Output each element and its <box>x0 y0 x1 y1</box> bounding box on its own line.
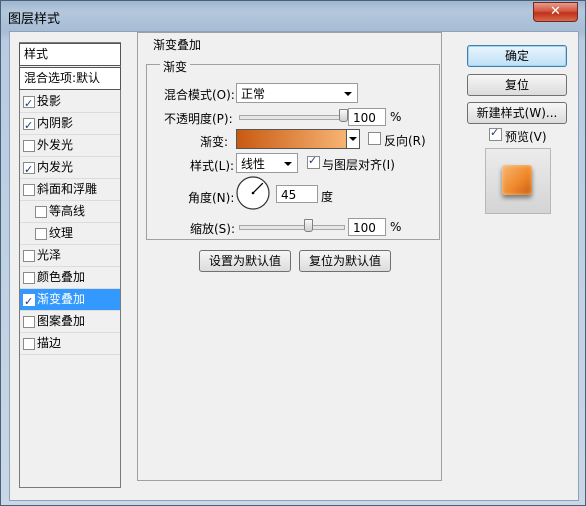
style-item-checkbox[interactable] <box>23 115 35 136</box>
ok-button[interactable]: 确定 <box>467 45 567 67</box>
scale-unit: % <box>390 220 402 234</box>
style-item-label: 外发光 <box>37 138 74 152</box>
style-item-checkbox[interactable] <box>23 93 35 114</box>
style-item[interactable]: 颜色叠加 <box>20 267 120 289</box>
style-item-label: 斜面和浮雕 <box>37 182 98 196</box>
style-item-checkbox[interactable] <box>23 316 35 328</box>
style-item-checkbox[interactable] <box>23 250 35 262</box>
layer-style-dialog: 图层样式 ✕ 样式 混合选项:默认 投影内阴影外发光内发光斜面和浮雕等高线纹理光… <box>0 0 586 506</box>
angle-value: 45 <box>281 188 297 202</box>
style-item[interactable]: 光泽 <box>20 245 120 267</box>
angle-dial-icon <box>236 176 270 210</box>
reverse-checkbox[interactable] <box>368 132 381 145</box>
style-item[interactable]: 内发光 <box>20 157 120 180</box>
style-item-checkbox[interactable] <box>35 228 47 240</box>
reset-button[interactable]: 复位 <box>467 74 567 96</box>
preview-checkbox[interactable] <box>489 126 502 141</box>
scale-label: 缩放(S): <box>190 222 236 236</box>
angle-dial[interactable] <box>236 176 270 210</box>
style-value: 线性 <box>241 157 266 171</box>
scale-value: 100 <box>353 221 376 235</box>
opacity-label: 不透明度(P): <box>164 112 233 126</box>
style-item-label: 纹理 <box>49 226 74 240</box>
style-item[interactable]: 图案叠加 <box>20 311 120 333</box>
style-item-label: 描边 <box>37 336 62 350</box>
style-label: 样式(L): <box>190 159 235 173</box>
style-item[interactable]: 内阴影 <box>20 113 120 136</box>
styles-list: 样式 混合选项:默认 投影内阴影外发光内发光斜面和浮雕等高线纹理光泽颜色叠加渐变… <box>19 42 121 488</box>
blend-mode-label: 混合模式(O): <box>164 88 235 102</box>
blend-options-default[interactable]: 混合选项:默认 <box>19 67 121 90</box>
chevron-down-icon <box>284 162 292 166</box>
opacity-unit: % <box>390 110 402 124</box>
angle-unit: 度 <box>321 190 334 204</box>
style-item-label: 内阴影 <box>37 116 74 130</box>
chevron-down-icon <box>349 137 357 141</box>
style-item[interactable]: 渐变叠加 <box>20 289 120 312</box>
angle-input[interactable]: 45 <box>276 185 318 203</box>
gradient-picker[interactable] <box>236 129 348 149</box>
style-item-label: 等高线 <box>49 204 86 218</box>
style-item-checkbox[interactable] <box>23 272 35 284</box>
style-item-label: 内发光 <box>37 160 74 174</box>
align-with-layer-label: 与图层对齐(I) <box>322 158 395 172</box>
chevron-down-icon <box>344 92 352 96</box>
blend-mode-value: 正常 <box>241 87 266 101</box>
angle-label: 角度(N): <box>188 191 235 205</box>
opacity-value: 100 <box>353 111 376 125</box>
opacity-input[interactable]: 100 <box>348 108 386 126</box>
section-title: 渐变叠加 <box>150 36 205 53</box>
style-item-checkbox[interactable] <box>23 159 35 180</box>
scale-slider-thumb[interactable] <box>303 219 313 232</box>
style-item-checkbox[interactable] <box>23 338 35 350</box>
style-item-label: 图案叠加 <box>37 314 86 328</box>
style-item-checkbox[interactable] <box>23 140 35 152</box>
style-item-checkbox[interactable] <box>35 206 47 218</box>
blend-options-label: 混合选项:默认 <box>24 71 101 85</box>
style-item-checkbox[interactable] <box>23 291 35 312</box>
styles-header-label: 样式 <box>24 47 49 61</box>
title-bar[interactable]: 图层样式 ✕ <box>1 1 585 31</box>
style-item-label: 光泽 <box>37 248 62 262</box>
opacity-slider-thumb[interactable] <box>339 109 348 122</box>
dialog-body: 样式 混合选项:默认 投影内阴影外发光内发光斜面和浮雕等高线纹理光泽颜色叠加渐变… <box>9 31 579 501</box>
reverse-label: 反向(R) <box>384 134 426 148</box>
align-with-layer-checkbox[interactable] <box>307 154 320 169</box>
blend-mode-select[interactable]: 正常 <box>236 83 358 103</box>
styles-header[interactable]: 样式 <box>19 43 121 66</box>
style-item[interactable]: 纹理 <box>20 223 120 245</box>
gradient-label: 渐变: <box>200 135 229 149</box>
reset-to-default-button[interactable]: 复位为默认值 <box>299 250 391 272</box>
close-button[interactable]: ✕ <box>533 2 578 22</box>
style-item[interactable]: 描边 <box>20 333 120 355</box>
style-item[interactable]: 外发光 <box>20 135 120 157</box>
make-default-button[interactable]: 设置为默认值 <box>199 250 291 272</box>
preview-label: 预览(V) <box>505 130 547 144</box>
style-item-checkbox[interactable] <box>23 184 35 196</box>
gradient-dropdown-button[interactable] <box>346 129 360 149</box>
scale-slider[interactable] <box>239 225 345 230</box>
new-style-button[interactable]: 新建样式(W)... <box>467 102 567 124</box>
style-item-label: 投影 <box>37 94 62 108</box>
opacity-slider[interactable] <box>239 115 345 120</box>
scale-input[interactable]: 100 <box>348 218 386 236</box>
group-title: 渐变 <box>160 58 191 75</box>
style-item-label: 渐变叠加 <box>37 292 86 306</box>
style-item[interactable]: 投影 <box>20 91 120 114</box>
style-select[interactable]: 线性 <box>236 153 298 173</box>
preview-swatch <box>502 165 532 195</box>
style-preview <box>485 148 551 214</box>
window-title: 图层样式 <box>8 12 61 27</box>
style-item[interactable]: 斜面和浮雕 <box>20 179 120 201</box>
style-item-label: 颜色叠加 <box>37 270 86 284</box>
style-item[interactable]: 等高线 <box>20 201 120 223</box>
